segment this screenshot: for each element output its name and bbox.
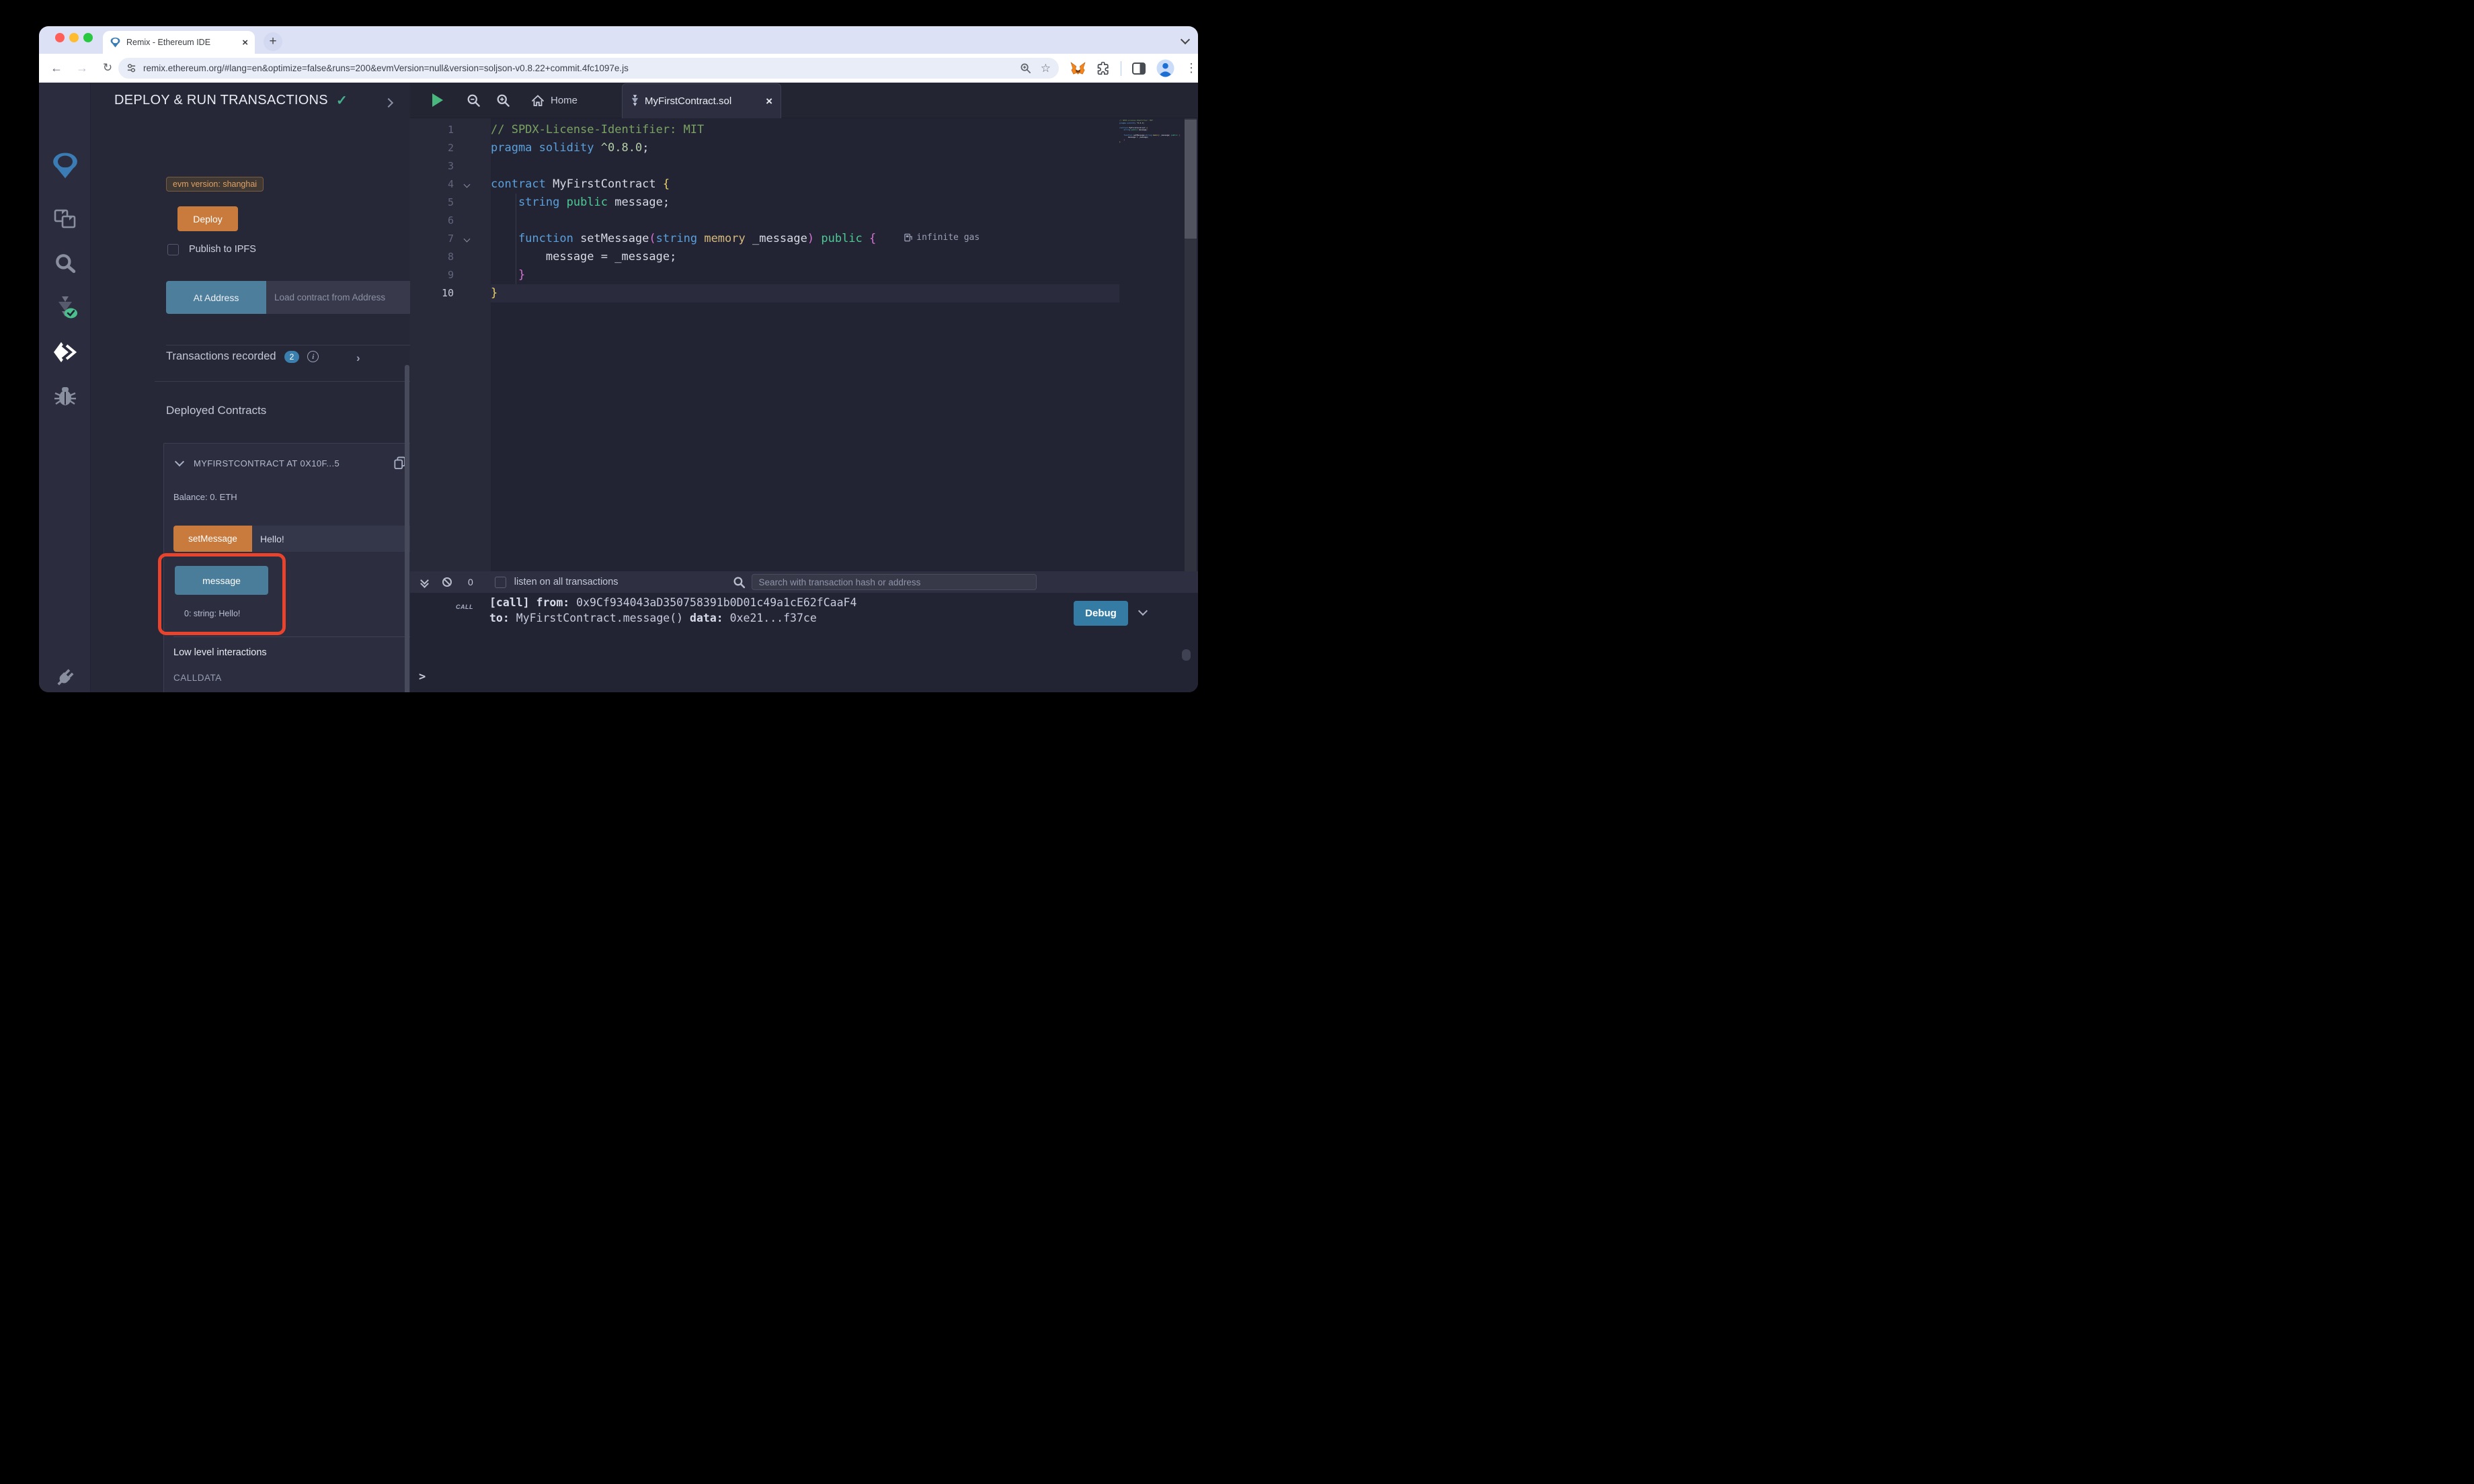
browser-tab-title: Remix - Ethereum IDE: [126, 38, 242, 47]
editor-scrollbar-thumb[interactable]: [1185, 120, 1197, 239]
panel-title: DEPLOY & RUN TRANSACTIONS: [114, 93, 328, 108]
annotation-highlight-box: [158, 553, 286, 635]
code-editor[interactable]: 12345678910 // SPDX-License-Identifier: …: [410, 118, 1198, 571]
terminal-search-icon: [733, 576, 746, 589]
extensions-puzzle-icon[interactable]: [1096, 62, 1110, 75]
transactions-chevron-icon[interactable]: ›: [356, 352, 360, 365]
file-tab-close-icon[interactable]: ×: [766, 95, 772, 108]
evm-version-badge: evm version: shanghai: [166, 177, 264, 192]
file-explorer-icon[interactable]: [39, 209, 91, 229]
browser-window: Remix - Ethereum IDE × + ← → ↻ remix.eth…: [39, 26, 1198, 692]
terminal-search-input[interactable]: [752, 574, 1037, 590]
browser-tab[interactable]: Remix - Ethereum IDE ×: [103, 31, 255, 54]
editor-tab-bar: Home MyFirstContract.sol ×: [410, 83, 1198, 118]
low-level-title: Low level interactions: [173, 647, 267, 658]
zoom-out-icon[interactable]: [467, 93, 481, 108]
line-numbers: 12345678910: [410, 121, 491, 302]
terminal-prompt: >: [419, 670, 426, 684]
code-lines: // SPDX-License-Identifier: MITpragma so…: [491, 121, 1119, 302]
zoom-page-icon[interactable]: [1020, 63, 1031, 74]
card-divider: [173, 636, 428, 637]
listen-transactions-label: listen on all transactions: [514, 577, 618, 587]
solidity-compiler-icon[interactable]: [39, 295, 91, 319]
editor-scrollbar-track[interactable]: [1185, 118, 1197, 571]
remix-favicon: [110, 37, 121, 48]
window-zoom-button[interactable]: [83, 33, 93, 42]
tab-myfirstcontract[interactable]: MyFirstContract.sol ×: [622, 83, 781, 118]
transactions-info-icon[interactable]: i: [307, 351, 319, 362]
contract-instance-title: MYFIRSTCONTRACT AT 0X10F...5: [194, 458, 340, 468]
check-icon: ✓: [336, 92, 348, 109]
home-tab-label: Home: [551, 95, 577, 106]
listen-transactions-checkbox[interactable]: [495, 577, 506, 588]
pending-tx-count: 0: [468, 577, 473, 587]
clear-console-icon[interactable]: [442, 577, 452, 587]
side-panel-icon[interactable]: [1132, 63, 1146, 75]
instance-balance: Balance: 0. ETH: [173, 492, 237, 502]
tab-search-icon[interactable]: [1182, 34, 1189, 46]
icon-rail: [39, 83, 91, 692]
editor-region: Home MyFirstContract.sol × 12345: [410, 83, 1198, 692]
log-lines: [call] from: 0x9Cf934043aD350758391b0D01…: [489, 595, 856, 626]
deploy-run-icon[interactable]: [39, 341, 91, 363]
set-message-input[interactable]: [252, 526, 415, 552]
panel-expand-chevron-icon[interactable]: [384, 98, 393, 108]
calldata-label: CALLDATA: [173, 673, 222, 683]
terminal: 0 listen on all transactions CALL [call]…: [410, 571, 1198, 692]
tab-close-icon[interactable]: ×: [242, 37, 248, 48]
zoom-in-icon[interactable]: [496, 93, 510, 108]
screenshot-root: Remix - Ethereum IDE × + ← → ↻ remix.eth…: [0, 0, 1237, 742]
transactions-count-badge: 2: [284, 351, 300, 363]
browser-toolbar: ← → ↻ remix.ethereum.org/#lang=en&optimi…: [39, 54, 1198, 83]
metamask-extension-icon[interactable]: [1070, 61, 1086, 75]
publish-ipfs-label: Publish to IPFS: [189, 244, 256, 255]
tab-home[interactable]: Home: [531, 83, 577, 118]
url-text: remix.ethereum.org/#lang=en&optimize=fal…: [143, 63, 1020, 73]
browser-menu-icon[interactable]: ⋮: [1185, 61, 1197, 75]
at-address-input[interactable]: [266, 281, 428, 314]
new-tab-button[interactable]: +: [264, 32, 282, 51]
run-script-play-icon[interactable]: [432, 93, 443, 107]
editor-minimap[interactable]: // SPDX-License-Identifier: MITpragma so…: [1119, 120, 1183, 144]
panel-scrollbar[interactable]: [405, 365, 409, 692]
publish-ipfs-checkbox[interactable]: [167, 244, 179, 255]
search-plugin-icon[interactable]: [39, 253, 91, 274]
panel-title-row: DEPLOY & RUN TRANSACTIONS ✓: [114, 92, 348, 109]
contract-instance-header[interactable]: MYFIRSTCONTRACT AT 0X10F...5 ×: [173, 453, 428, 473]
bookmark-star-icon[interactable]: ☆: [1041, 62, 1051, 75]
url-bar[interactable]: remix.ethereum.org/#lang=en&optimize=fal…: [118, 58, 1059, 79]
debugger-icon[interactable]: [39, 386, 91, 407]
terminal-scrollbar-thumb[interactable]: [1182, 649, 1191, 661]
home-icon: [531, 94, 545, 107]
collapse-terminal-icon[interactable]: [422, 577, 428, 587]
deploy-button[interactable]: Deploy: [177, 206, 238, 231]
plugin-manager-icon[interactable]: [39, 666, 91, 689]
infinite-gas-annotation: infinite gas: [904, 233, 980, 243]
file-tab-label: MyFirstContract.sol: [645, 95, 760, 107]
log-expand-chevron-icon[interactable]: [1138, 606, 1148, 616]
site-settings-icon[interactable]: [126, 63, 136, 73]
reload-button[interactable]: ↻: [99, 61, 116, 75]
toolbar-extensions: ⋮: [1070, 59, 1197, 77]
deploy-run-panel: DEPLOY & RUN TRANSACTIONS ✓ evm version:…: [91, 83, 405, 692]
profile-avatar-icon[interactable]: [1156, 59, 1174, 77]
log-call-tag: CALL: [456, 604, 473, 610]
terminal-log: CALL [call] from: 0x9Cf934043aD350758391…: [410, 593, 1198, 692]
remix-app: DEPLOY & RUN TRANSACTIONS ✓ evm version:…: [39, 83, 1198, 692]
debug-button[interactable]: Debug: [1074, 601, 1128, 626]
set-message-button[interactable]: setMessage: [173, 526, 252, 552]
window-minimize-button[interactable]: [69, 33, 79, 42]
forward-button[interactable]: →: [74, 61, 90, 75]
browser-tab-strip: Remix - Ethereum IDE × +: [39, 26, 1198, 54]
back-button[interactable]: ←: [48, 61, 65, 75]
deployed-contracts-title: Deployed Contracts: [166, 404, 266, 417]
remix-logo-icon[interactable]: [39, 151, 91, 179]
at-address-button[interactable]: At Address: [166, 281, 266, 314]
transactions-recorded-row[interactable]: Transactions recorded 2 i: [166, 350, 319, 363]
solidity-file-icon: [631, 95, 639, 108]
terminal-toolbar: 0 listen on all transactions: [410, 571, 1198, 593]
collapse-chevron-icon[interactable]: [175, 457, 184, 466]
window-close-button[interactable]: [55, 33, 65, 42]
transactions-recorded-label: Transactions recorded: [166, 350, 276, 363]
